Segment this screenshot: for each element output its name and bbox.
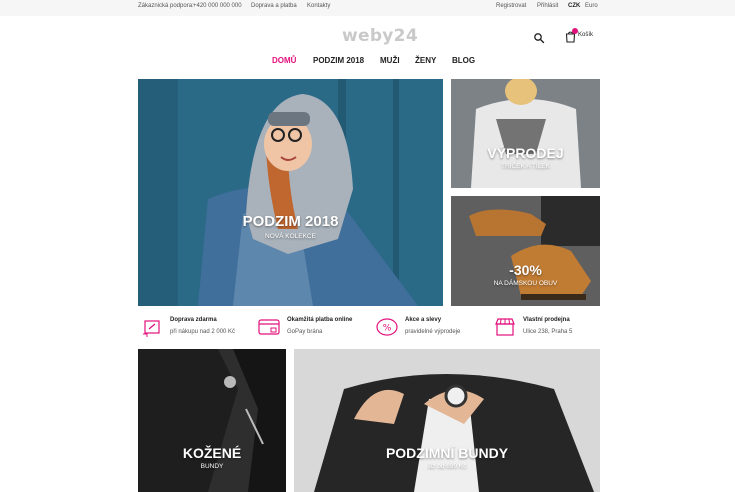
feature-title: Okamžitá platba online (287, 317, 353, 323)
store-icon (495, 318, 515, 336)
support-label: Zákaznická podpora: (138, 3, 194, 9)
feature-subtitle: GoPay brána (287, 329, 323, 335)
banner-leather-jackets[interactable]: KOŽENÉ BUNDY (138, 349, 286, 492)
shipping-link[interactable]: Doprava a platba (251, 3, 297, 9)
leather-jacket-photo (138, 349, 286, 492)
banner-subtitle: Již od 699 Kč (427, 463, 467, 470)
nav-home[interactable]: DOMŮ (272, 56, 296, 65)
banner-title: -30% (509, 262, 542, 278)
cart-label: Košík (578, 32, 594, 38)
svg-text:%: % (383, 324, 392, 334)
search-icon (534, 33, 545, 44)
feature-title: Vlastní prodejna (523, 317, 570, 323)
feature-subtitle: při nákupu nad 2 000 Kč (170, 329, 236, 335)
feature-subtitle: pravidelné výprodeje (405, 329, 461, 335)
feature-subtitle: Ulice 238, Praha 5 (523, 329, 573, 335)
register-link[interactable]: Registrovat (496, 3, 526, 9)
contacts-link[interactable]: Kontakty (307, 3, 330, 9)
banner-subtitle: BUNDY (200, 463, 224, 470)
nav-women[interactable]: ŽENY (415, 56, 436, 65)
feature-discounts: % Akce a slevy pravidelné výprodeje (376, 314, 486, 342)
banner-autumn-collection[interactable]: PODZIM 2018 NOVÁ KOLEKCE (138, 79, 443, 306)
feature-own-store: Vlastní prodejna Ulice 238, Praha 5 (494, 314, 604, 342)
delivery-box-icon (143, 320, 160, 337)
banner-sale[interactable]: VÝPRODEJ TRIČEK A TÍLEK (451, 79, 600, 188)
login-link[interactable]: Přihlásit (537, 3, 558, 9)
nav-men[interactable]: MUŽI (380, 56, 400, 65)
banner-autumn-jackets[interactable]: PODZIMNÍ BUNDY Již od 699 Kč (294, 349, 600, 492)
nav-autumn-2018[interactable]: PODZIM 2018 (313, 56, 364, 65)
discount-tag-icon: % (376, 318, 398, 336)
feature-online-payment: Okamžitá platba online GoPay brána (258, 314, 368, 342)
credit-card-icon (258, 319, 280, 335)
boots-photo (451, 196, 600, 306)
currency-czk[interactable]: CZK (568, 3, 580, 9)
search-button[interactable] (533, 31, 545, 44)
banner-title: PODZIMNÍ BUNDY (385, 445, 509, 461)
top-bar: Zákaznická podpora: +420 000 000 000 Dop… (0, 0, 735, 16)
support-phone[interactable]: +420 000 000 000 (193, 3, 242, 9)
banner-title: PODZIM 2018 (242, 213, 339, 230)
currency-euro[interactable]: Euro (585, 3, 598, 9)
banner-shoes-discount[interactable]: -30% NA DÁMSKOU OBUV (451, 196, 600, 306)
nav-blog[interactable]: BLOG (452, 56, 475, 65)
banner-title: VÝPRODEJ (487, 145, 564, 161)
tshirt-photo (451, 79, 600, 188)
banner-subtitle: TRIČEK A TÍLEK (500, 163, 550, 170)
banner-subtitle: NA DÁMSKOU OBUV (493, 280, 558, 287)
banner-title: KOŽENÉ (182, 445, 242, 461)
feature-free-shipping: Doprava zdarma při nákupu nad 2 000 Kč (141, 314, 251, 342)
cart-button[interactable]: Košík (565, 28, 599, 43)
site-logo[interactable]: weby24 (342, 26, 418, 46)
feature-title: Akce a slevy (405, 317, 442, 323)
man-with-watch-photo (294, 349, 600, 492)
feature-title: Doprava zdarma (170, 317, 217, 323)
model-photo (138, 79, 443, 306)
banner-subtitle: NOVÁ KOLEKCE (265, 233, 316, 240)
